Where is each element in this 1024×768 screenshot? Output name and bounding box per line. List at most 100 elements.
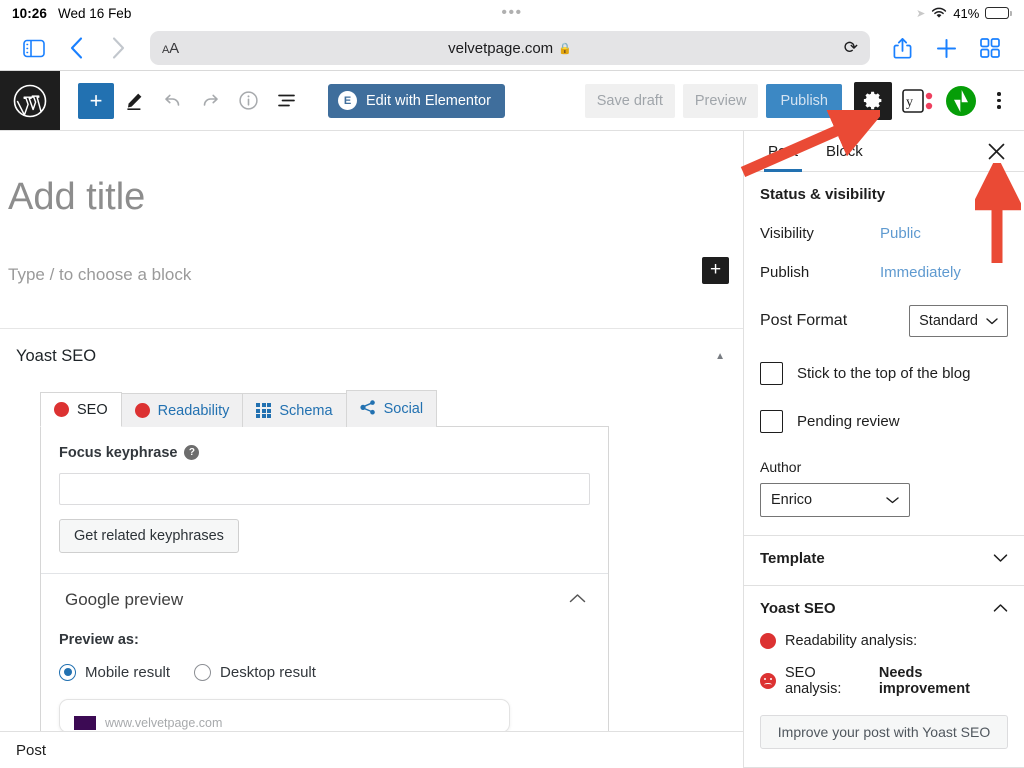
sidebar-toggle-icon[interactable] bbox=[14, 31, 54, 65]
publish-button[interactable]: Publish bbox=[766, 83, 842, 118]
yoast-tab-seo-label: SEO bbox=[77, 401, 108, 418]
panel-status-visibility: Status & visibility Visibility Public Pu… bbox=[744, 172, 1024, 536]
status-visibility-header[interactable]: Status & visibility bbox=[760, 186, 1008, 203]
back-chevron-left-icon[interactable] bbox=[56, 31, 96, 65]
preview-as-radio-group: Mobile result Desktop result bbox=[59, 663, 590, 681]
block-inserter-plus-icon[interactable]: + bbox=[78, 82, 114, 119]
elementor-badge-icon: E bbox=[338, 91, 357, 110]
editor-status-bar: Post bbox=[0, 731, 743, 768]
reload-icon[interactable]: ⟳ bbox=[844, 38, 858, 58]
text-size-aa-button[interactable]: AA bbox=[162, 40, 179, 57]
yoast-metabox-header[interactable]: Yoast SEO ▲ bbox=[16, 345, 727, 366]
yoast-logo-icon[interactable]: y bbox=[900, 88, 938, 114]
seo-analysis-value: Needs improvement bbox=[878, 665, 970, 697]
location-arrow-icon: ➤ bbox=[916, 7, 926, 20]
new-tab-plus-icon[interactable] bbox=[926, 31, 966, 65]
address-bar[interactable]: AA velvetpage.com 🔒 ⟳ bbox=[150, 31, 870, 65]
yoast-seo-panel: Focus keyphrase ? Get related keyphrases… bbox=[40, 425, 609, 744]
redo-arrow-icon bbox=[192, 83, 228, 119]
gear-icon[interactable] bbox=[854, 81, 892, 120]
author-select[interactable]: Enrico bbox=[760, 483, 910, 517]
improve-post-button[interactable]: Improve your post with Yoast SEO bbox=[760, 715, 1008, 749]
yoast-tab-schema[interactable]: Schema bbox=[242, 392, 347, 427]
edit-with-elementor-button[interactable]: E Edit with Elementor bbox=[328, 83, 505, 118]
pending-review-checkbox[interactable] bbox=[760, 410, 783, 433]
yoast-sidebar-header[interactable]: Yoast SEO bbox=[760, 600, 1008, 617]
preview-button[interactable]: Preview bbox=[682, 83, 759, 118]
yoast-tab-readability[interactable]: Readability bbox=[120, 392, 244, 427]
row-publish: Publish Immediately bbox=[760, 264, 1008, 281]
post-format-select[interactable]: Standard bbox=[909, 305, 1008, 337]
chevron-down-icon bbox=[886, 492, 899, 508]
radio-mobile-label: Mobile result bbox=[85, 663, 171, 681]
forward-chevron-right-icon bbox=[98, 31, 138, 65]
kebab-menu-icon[interactable] bbox=[984, 82, 1014, 120]
preview-as-label: Preview as: bbox=[59, 631, 139, 648]
google-preview-header[interactable]: Google preview bbox=[59, 574, 590, 610]
info-circle-icon[interactable] bbox=[230, 83, 266, 119]
template-header[interactable]: Template bbox=[760, 550, 1008, 567]
tab-post[interactable]: Post bbox=[754, 131, 812, 172]
yoast-tab-schema-label: Schema bbox=[279, 402, 333, 419]
row-sticky[interactable]: Stick to the top of the blog bbox=[760, 362, 1008, 385]
row-pending-review[interactable]: Pending review bbox=[760, 410, 1008, 433]
wordpress-logo-icon[interactable] bbox=[0, 71, 60, 130]
visibility-value-button[interactable]: Public bbox=[880, 225, 921, 242]
pencil-edit-icon[interactable] bbox=[116, 83, 152, 119]
save-draft-button[interactable]: Save draft bbox=[584, 83, 675, 118]
row-post-format: Post Format Standard bbox=[760, 305, 1008, 337]
visibility-label: Visibility bbox=[760, 225, 814, 242]
google-preview-title: Google preview bbox=[65, 589, 184, 609]
undo-arrow-icon bbox=[154, 83, 190, 119]
row-visibility: Visibility Public bbox=[760, 225, 1008, 242]
template-title: Template bbox=[760, 550, 825, 567]
sidebar-tab-list: Post Block bbox=[744, 131, 1024, 172]
editor-header: + E Edit with Elementor Save draft Previ… bbox=[0, 71, 1024, 131]
panel-template[interactable]: Template bbox=[744, 536, 1024, 586]
default-block-row: Type / to choose a block + bbox=[0, 221, 743, 285]
list-view-icon[interactable] bbox=[268, 83, 304, 119]
sticky-checkbox[interactable] bbox=[760, 362, 783, 385]
block-adder-plus-icon[interactable]: + bbox=[702, 256, 729, 284]
radio-mobile-result[interactable]: Mobile result bbox=[59, 663, 171, 681]
focus-keyphrase-input[interactable] bbox=[59, 472, 590, 505]
yoast-tab-readability-label: Readability bbox=[157, 402, 230, 419]
share-icon[interactable] bbox=[882, 31, 922, 65]
site-favicon-icon bbox=[74, 715, 96, 730]
status-date: Wed 16 Feb bbox=[58, 5, 132, 21]
close-x-icon[interactable] bbox=[978, 133, 1014, 169]
share-nodes-icon bbox=[359, 399, 376, 419]
get-related-keyphrases-button[interactable]: Get related keyphrases bbox=[59, 518, 239, 553]
multitask-dots-icon[interactable]: ••• bbox=[501, 5, 522, 21]
caret-up-icon[interactable]: ▲ bbox=[715, 351, 725, 362]
yoast-sidebar-title: Yoast SEO bbox=[760, 600, 836, 617]
radio-desktop-result[interactable]: Desktop result bbox=[194, 663, 316, 681]
red-dot-icon bbox=[760, 633, 776, 649]
chevron-up-icon[interactable] bbox=[993, 188, 1008, 202]
author-label: Author bbox=[760, 459, 802, 475]
editor-canvas: Add title Type / to choose a block + Yoa… bbox=[0, 131, 744, 768]
radio-desktop-label: Desktop result bbox=[220, 663, 316, 681]
yoast-tab-seo[interactable]: SEO bbox=[40, 391, 122, 427]
preview-url: www.velvetpage.com bbox=[105, 715, 223, 730]
post-title-input[interactable]: Add title bbox=[0, 131, 743, 221]
tabs-grid-icon[interactable] bbox=[970, 31, 1010, 65]
ios-status-bar: 10:26 Wed 16 Feb ••• ➤ 41% bbox=[0, 0, 1024, 26]
author-value: Enrico bbox=[771, 492, 813, 508]
red-dot-icon bbox=[54, 402, 69, 418]
url-display: velvetpage.com 🔒 bbox=[150, 40, 870, 57]
focus-keyphrase-label-row: Focus keyphrase ? bbox=[59, 445, 590, 461]
breadcrumb-post[interactable]: Post bbox=[16, 742, 46, 759]
help-circle-icon[interactable]: ? bbox=[184, 445, 200, 461]
chevron-down-icon[interactable] bbox=[993, 552, 1008, 566]
post-format-value: Standard bbox=[919, 313, 978, 329]
yoast-tab-social[interactable]: Social bbox=[345, 389, 438, 427]
readability-analysis-row: Readability analysis: bbox=[760, 633, 1008, 649]
tab-block[interactable]: Block bbox=[812, 131, 877, 171]
publish-value-button[interactable]: Immediately bbox=[880, 264, 961, 281]
chevron-up-icon[interactable] bbox=[569, 593, 586, 607]
jetpack-logo-icon[interactable] bbox=[946, 85, 976, 116]
block-input[interactable]: Type / to choose a block bbox=[8, 265, 191, 285]
editor-body: Add title Type / to choose a block + Yoa… bbox=[0, 131, 1024, 768]
chevron-up-icon[interactable] bbox=[993, 602, 1008, 616]
